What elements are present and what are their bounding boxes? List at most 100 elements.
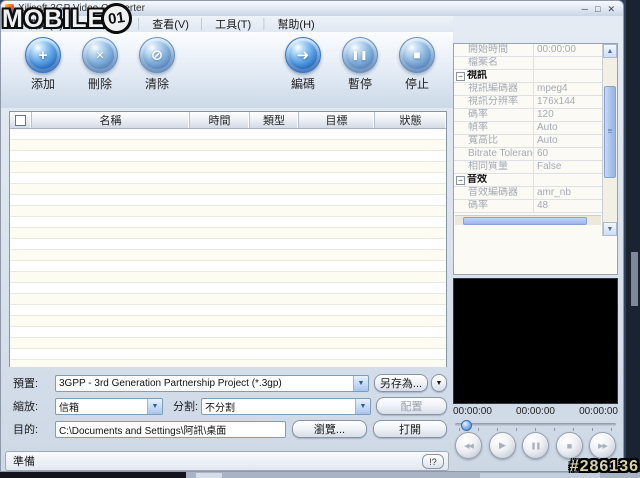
property-row[interactable]: 視訊編碼器 mpeg4	[454, 83, 602, 96]
play-button[interactable]: ▶	[489, 432, 516, 459]
column-status[interactable]: 狀態	[375, 112, 446, 128]
property-row[interactable]: 寬高比 Auto	[454, 135, 602, 148]
select-all-checkbox[interactable]	[15, 115, 26, 126]
stop-button-label: 停止	[399, 75, 435, 92]
previous-button[interactable]: ◀◀	[455, 432, 482, 459]
app-window: Xilisoft 3GP Video Converter ─ □ ✕ 檔案(F)…	[0, 0, 624, 472]
slider-track[interactable]	[455, 423, 616, 426]
window-controls: ─ □ ✕	[582, 4, 619, 14]
property-row[interactable]: 音效編碼器 amr_nb	[454, 187, 602, 200]
property-section-video[interactable]: −視訊	[454, 70, 602, 83]
chevron-down-icon: ▼	[436, 380, 443, 387]
stop-button[interactable]: ■ 停止	[399, 37, 435, 108]
destination-row: 目的: 瀏覽... 打開	[9, 420, 447, 438]
chevron-down-icon[interactable]: ▼	[353, 376, 368, 391]
zoom-split-row: 縮放: 信箱 ▼ 分割: 不分割 ▼ 配置	[9, 397, 447, 415]
status-text: 準備	[13, 453, 35, 469]
delete-x-icon: ✕	[82, 37, 118, 73]
column-target[interactable]: 目標	[299, 112, 375, 128]
encode-arrow-icon: ➜	[285, 37, 321, 73]
preset-more-button[interactable]: ▼	[431, 374, 447, 392]
menu-view[interactable]: 查看(V)	[142, 16, 199, 32]
seek-slider[interactable]	[453, 420, 618, 432]
time-elapsed: 00:00:00	[516, 406, 555, 418]
config-button[interactable]: 配置	[376, 397, 447, 415]
tip-button[interactable]: !?	[422, 454, 444, 469]
property-row[interactable]: 幀率 Auto	[454, 122, 602, 135]
menu-tools[interactable]: 工具(T)	[205, 16, 261, 32]
property-row[interactable]: 碼率 120	[454, 109, 602, 122]
destination-label: 目的:	[9, 421, 55, 437]
split-select[interactable]: 不分割 ▼	[201, 398, 371, 415]
maximize-button[interactable]: □	[595, 4, 600, 14]
zoom-select[interactable]: 信箱 ▼	[55, 398, 163, 415]
menu-help[interactable]: 幫助(H)	[267, 16, 324, 32]
encode-button[interactable]: ➜ 編碼	[285, 37, 321, 108]
statusbar: 準備 !?	[5, 451, 449, 471]
toolbar: + 添加 ✕ 刪除 ⊘ 清除 ➜ 編碼 ❚❚ 暫停 ■ 停止	[1, 32, 453, 108]
stop-icon: ■	[399, 37, 435, 73]
property-row[interactable]: 相同質量 False	[454, 161, 602, 174]
collapse-icon[interactable]: −	[456, 176, 465, 185]
pause-button-label: 暫停	[342, 75, 378, 92]
pause-playback-button[interactable]: ❚❚	[522, 432, 549, 459]
taskbar-strip	[0, 472, 640, 478]
next-button[interactable]: ▶▶	[589, 432, 616, 459]
scroll-up-icon[interactable]: ▲	[603, 44, 617, 58]
chevron-down-icon[interactable]: ▼	[355, 399, 370, 414]
select-all-column[interactable]	[10, 112, 32, 128]
minimize-button[interactable]: ─	[582, 4, 588, 14]
property-grid: 開始時間 00:00:00 檔案名 −視訊 視訊編碼器 mpeg4 視訊分辨率	[454, 44, 602, 274]
preset-label: 預置:	[9, 375, 55, 391]
time-total: 00:00:00	[579, 406, 618, 418]
pause-icon: ❚❚	[342, 37, 378, 73]
zoom-label: 縮放:	[9, 398, 55, 414]
property-section-audio[interactable]: −音效	[454, 174, 602, 187]
previous-icon: ◀◀	[464, 442, 473, 450]
play-icon: ▶	[499, 440, 505, 451]
add-button[interactable]: + 添加	[25, 37, 61, 108]
video-preview	[453, 278, 618, 404]
open-button[interactable]: 打開	[373, 420, 447, 438]
property-row[interactable]: Bitrate Tolerance 60	[454, 148, 602, 161]
slider-thumb[interactable]	[461, 420, 472, 431]
preset-row: 預置: 3GPP - 3rd Generation Partnership Pr…	[9, 374, 447, 392]
mobile01-brand-text: MOBILE	[2, 7, 105, 31]
time-display: 00:00:00 00:00:00 00:00:00	[453, 406, 618, 418]
horizontal-scrollbar[interactable]	[455, 215, 601, 225]
collapse-icon[interactable]: −	[456, 72, 465, 81]
scrollbar-thumb[interactable]	[463, 217, 587, 225]
file-list-body[interactable]	[10, 129, 446, 367]
next-icon: ▶▶	[598, 442, 607, 450]
property-row[interactable]: 檔案名	[454, 57, 602, 70]
mobile01-watermark: MOBILE 01	[2, 3, 132, 34]
destination-input[interactable]	[55, 421, 286, 438]
scrollbar-thumb[interactable]	[604, 86, 616, 178]
chevron-down-icon[interactable]: ▼	[147, 399, 162, 414]
column-type[interactable]: 類型	[250, 112, 299, 128]
property-row[interactable]: 開始時間 00:00:00	[454, 44, 602, 57]
column-time[interactable]: 時間	[190, 112, 250, 128]
clear-slash-icon: ⊘	[139, 37, 175, 73]
browse-button[interactable]: 瀏覽...	[292, 420, 367, 438]
preset-select[interactable]: 3GPP - 3rd Generation Partnership Projec…	[55, 375, 369, 392]
desktop-edge	[626, 0, 640, 472]
split-label: 分割:	[163, 398, 199, 414]
property-row[interactable]: 碼率 48	[454, 200, 602, 213]
column-name[interactable]: 名稱	[32, 112, 190, 128]
save-as-button[interactable]: 另存為...	[374, 374, 428, 392]
property-panel: 開始時間 00:00:00 檔案名 −視訊 視訊編碼器 mpeg4 視訊分辨率	[453, 43, 618, 275]
pause-button[interactable]: ❚❚ 暫停	[342, 37, 378, 108]
clear-button[interactable]: ⊘ 清除	[139, 37, 175, 108]
property-row[interactable]: 視訊分辨率 176x144	[454, 96, 602, 109]
file-list-header: 名稱 時間 類型 目標 狀態	[10, 112, 446, 129]
scroll-down-icon[interactable]: ▼	[603, 222, 617, 236]
delete-button-label: 刪除	[82, 75, 118, 92]
close-button[interactable]: ✕	[607, 4, 615, 14]
delete-button[interactable]: ✕ 刪除	[82, 37, 118, 108]
encode-button-label: 編碼	[285, 75, 321, 92]
stop-playback-button[interactable]: ■	[556, 432, 583, 459]
vertical-scrollbar[interactable]: ▲ ▼	[602, 44, 617, 236]
clear-button-label: 清除	[139, 75, 175, 92]
stop-icon: ■	[567, 441, 571, 451]
